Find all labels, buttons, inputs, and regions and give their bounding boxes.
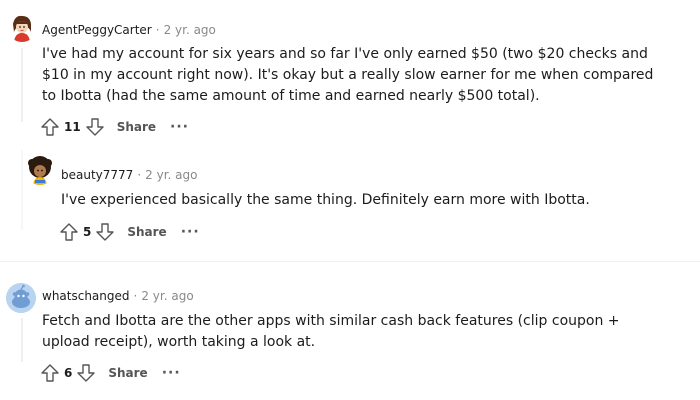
separator: · — [155, 23, 160, 37]
upvote-icon[interactable] — [40, 117, 60, 137]
separator: · — [133, 289, 138, 303]
more-options-button[interactable]: ··· — [170, 119, 189, 135]
separator: · — [137, 168, 142, 182]
timestamp[interactable]: 2 yr. ago — [141, 289, 193, 303]
comment-actions: 5 Share ··· — [59, 222, 200, 242]
timestamp[interactable]: 2 yr. ago — [145, 168, 197, 182]
avatar[interactable] — [25, 155, 55, 185]
avatar[interactable] — [7, 12, 37, 42]
upvote-icon[interactable] — [40, 363, 60, 383]
thread-line[interactable] — [21, 48, 23, 122]
thread-line[interactable] — [21, 150, 23, 230]
upvote-icon[interactable] — [59, 222, 79, 242]
downvote-icon[interactable] — [76, 363, 96, 383]
share-button[interactable]: Share — [127, 225, 166, 239]
timestamp[interactable]: 2 yr. ago — [164, 23, 216, 37]
comment-body: I've experienced basically the same thin… — [61, 192, 590, 208]
more-options-button[interactable]: ··· — [181, 224, 200, 240]
comment-body: I've had my account for six years and so… — [42, 46, 654, 104]
vote-count: 11 — [64, 120, 81, 134]
comment-header: whatschanged · 2 yr. ago — [42, 288, 194, 304]
thread-line[interactable] — [21, 318, 23, 362]
vote-count: 5 — [83, 225, 92, 239]
comment-actions: 11 Share ··· — [40, 117, 189, 137]
username[interactable]: beauty7777 — [61, 168, 133, 182]
divider — [0, 261, 700, 262]
username[interactable]: AgentPeggyCarter — [42, 23, 152, 37]
username[interactable]: whatschanged — [42, 289, 130, 303]
share-button[interactable]: Share — [117, 120, 156, 134]
vote-count: 6 — [64, 366, 73, 380]
comment-body: Fetch and Ibotta are the other apps with… — [42, 313, 620, 350]
comment-header: beauty7777 · 2 yr. ago — [61, 167, 197, 183]
downvote-icon[interactable] — [95, 222, 115, 242]
avatar[interactable] — [6, 283, 36, 313]
comment-actions: 6 Share ··· — [40, 363, 181, 383]
downvote-icon[interactable] — [85, 117, 105, 137]
comment-header: AgentPeggyCarter · 2 yr. ago — [42, 22, 216, 38]
share-button[interactable]: Share — [108, 366, 147, 380]
more-options-button[interactable]: ··· — [162, 365, 181, 381]
